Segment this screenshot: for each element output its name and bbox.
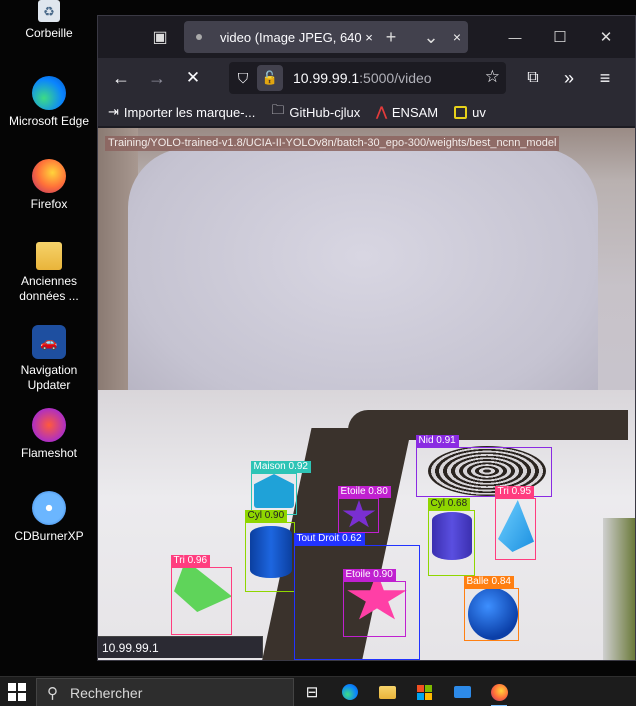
detection-box: Balle 0.84 [463, 576, 519, 641]
model-path-caption: Training/YOLO-trained-v1.8/UCIA-II-YOLOv… [105, 136, 560, 151]
tracking-protection-icon[interactable]: ⛉ [229, 70, 257, 87]
navigation-toolbar: ← → ✕ ⛉ 🔓 10.99.99.1:5000/video ☆ ⧉ » ≡ [98, 58, 635, 98]
bookmark-ensam[interactable]: ⋀ ENSAM [376, 104, 438, 120]
file-explorer-icon[interactable] [374, 681, 400, 703]
detection-label: Tout Droit 0.62 [293, 533, 365, 545]
detection-label: Balle 0.84 [463, 576, 514, 588]
navigation-updater-icon: 🚗 [32, 325, 66, 359]
detection-box: Cyl 0.68 [427, 498, 475, 576]
desktop-icon-label: Anciennes données ... [19, 274, 79, 303]
tab-title: video (Image JPEG, 640 × [220, 29, 373, 45]
insecure-lock-icon[interactable]: 🔓 [257, 65, 283, 91]
desktop-icon-label: Microsoft Edge [8, 114, 90, 128]
flameshot-icon [32, 408, 66, 442]
folder-icon: 🗀 [271, 102, 285, 117]
video-frame: Training/YOLO-trained-v1.8/UCIA-II-YOLOv… [98, 128, 635, 660]
uv-icon [454, 105, 468, 119]
desktop-icon-recycle-bin[interactable]: ♻ Corbeille [4, 0, 94, 41]
ensam-icon: ⋀ [376, 104, 387, 119]
bookmarks-toolbar: ⇥ Importer les marque-... 🗀 GitHub-cjlux ⋀… [98, 98, 635, 127]
detection-label: Cyl 0.90 [244, 510, 288, 522]
desktop-icon-folder[interactable]: Anciennes données ... [4, 242, 94, 304]
bookmark-label: GitHub-cjlux [289, 104, 361, 120]
search-placeholder: Rechercher [70, 684, 143, 701]
url-text[interactable]: 10.99.99.1:5000/video [293, 70, 432, 86]
desktop-icon-firefox[interactable]: Firefox [4, 159, 94, 212]
edge-icon[interactable] [337, 681, 363, 703]
mail-icon[interactable] [449, 681, 475, 703]
detection-box: Tri 0.95 [494, 486, 536, 560]
detection-box: Etoile 0.90 [342, 569, 406, 637]
bookmark-github-cjlux[interactable]: 🗀 GitHub-cjlux [271, 101, 360, 123]
detection-label: Tri 0.95 [494, 486, 535, 498]
menu-hamburger-icon[interactable]: ≡ [590, 64, 620, 92]
detection-label: Etoile 0.80 [337, 486, 391, 498]
import-icon: ⇥ [108, 104, 119, 119]
bookmark-label: Importer les marque-... [123, 104, 256, 120]
bookmark-uv[interactable]: uv [454, 105, 486, 120]
store-icon[interactable] [411, 681, 437, 703]
recycle-bin-icon: ♻ [38, 0, 60, 22]
detection-box: Maison 0.92 [250, 461, 311, 515]
minimize-button[interactable]: — [500, 24, 530, 50]
list-all-tabs-button[interactable]: ⌄ [416, 24, 446, 50]
desktop-icon-label: Navigation Updater [20, 363, 78, 392]
windows-start-icon[interactable] [8, 683, 26, 701]
detection-label: Tri 0.96 [170, 555, 211, 567]
close-window-button[interactable]: ✕ [591, 24, 621, 50]
bookmark-label: ENSAM [391, 104, 439, 120]
new-tab-button[interactable]: + [376, 24, 406, 50]
firefox-icon[interactable] [486, 681, 512, 706]
folder-icon [36, 242, 62, 270]
search-icon: ⚲ [47, 684, 58, 702]
extensions-icon[interactable]: ⧉ [518, 64, 548, 92]
bookmark-star-icon[interactable]: ☆ [485, 67, 500, 87]
maximize-button[interactable]: ☐ [545, 24, 575, 50]
title-bar: ▣ video (Image JPEG, 640 × × + ⌄ — ☐ ✕ [98, 16, 635, 58]
desktop-icon-flameshot[interactable]: Flameshot [4, 408, 94, 461]
desktop-icon-cdburnerxp[interactable]: CDBurnerXP [4, 491, 94, 544]
cdburnerxp-icon [32, 491, 66, 525]
detection-box: Tri 0.96 [170, 555, 232, 635]
status-link-url: 10.99.99.1 [98, 636, 263, 658]
desktop-icon-navigation-updater[interactable]: 🚗 Navigation Updater [4, 325, 94, 393]
desktop-icon-edge[interactable]: Microsoft Edge [4, 76, 94, 129]
forward-button[interactable]: → [142, 64, 172, 92]
bookmark-import[interactable]: ⇥ Importer les marque-... [108, 104, 255, 120]
desktop-icon-label: Firefox [30, 197, 68, 211]
desktop-icon-label: Flameshot [20, 446, 78, 460]
tab-close-icon[interactable]: × [446, 29, 468, 45]
firefox-icon [32, 159, 66, 193]
browser-window: ▣ video (Image JPEG, 640 × × + ⌄ — ☐ ✕ ←… [97, 15, 636, 661]
detection-label: Cyl 0.68 [427, 498, 471, 510]
bookmark-label: uv [472, 104, 486, 120]
stop-button[interactable]: ✕ [178, 64, 208, 92]
detection-label: Maison 0.92 [250, 461, 311, 473]
taskbar: ⚲ Rechercher ⊟ [0, 676, 636, 706]
tab-loading-icon [196, 34, 202, 40]
task-view-icon[interactable]: ⊟ [299, 681, 325, 703]
url-path: :5000/video [359, 70, 432, 86]
back-button[interactable]: ← [106, 64, 136, 92]
url-host: 10.99.99.1 [293, 70, 360, 86]
edge-icon [32, 76, 66, 110]
desktop-icon-label: CDBurnerXP [14, 529, 84, 543]
detection-box: Cyl 0.90 [244, 510, 295, 592]
detection-box: Etoile 0.80 [337, 486, 391, 533]
desktop-icon-label: Corbeille [25, 26, 73, 40]
detection-label: Nid 0.91 [415, 435, 459, 447]
detection-label: Etoile 0.90 [342, 569, 396, 581]
firefox-view-icon[interactable]: ▣ [146, 24, 174, 50]
taskbar-search-box[interactable]: ⚲ Rechercher [36, 678, 294, 706]
url-bar[interactable]: ⛉ 🔓 10.99.99.1:5000/video ☆ [229, 62, 506, 94]
overflow-chevron-icon[interactable]: » [554, 64, 584, 92]
